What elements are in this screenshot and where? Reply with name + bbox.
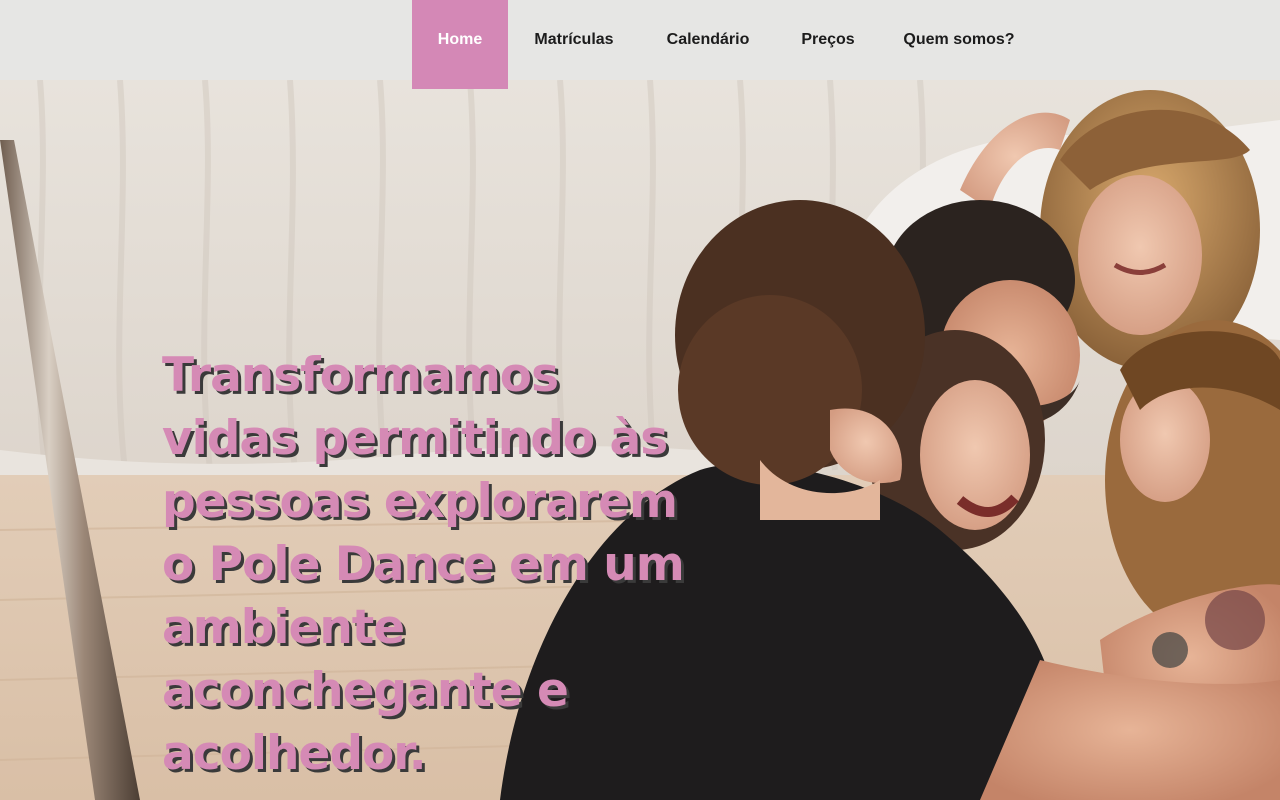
nav-quem-somos[interactable]: Quem somos? — [880, 0, 1038, 80]
hero-section: Transformamos vidas permitindo às pessoa… — [0, 80, 1280, 800]
nav-home[interactable]: Home — [412, 0, 508, 89]
nav-matriculas[interactable]: Matrículas — [508, 0, 640, 80]
nav-calendario[interactable]: Calendário — [640, 0, 776, 80]
nav-precos[interactable]: Preços — [776, 0, 880, 80]
main-nav: Home Matrículas Calendário Preços Quem s… — [412, 0, 1038, 89]
hero-headline: Transformamos vidas permitindo às pessoa… — [162, 348, 685, 781]
top-navbar: Home Matrículas Calendário Preços Quem s… — [0, 0, 1280, 89]
